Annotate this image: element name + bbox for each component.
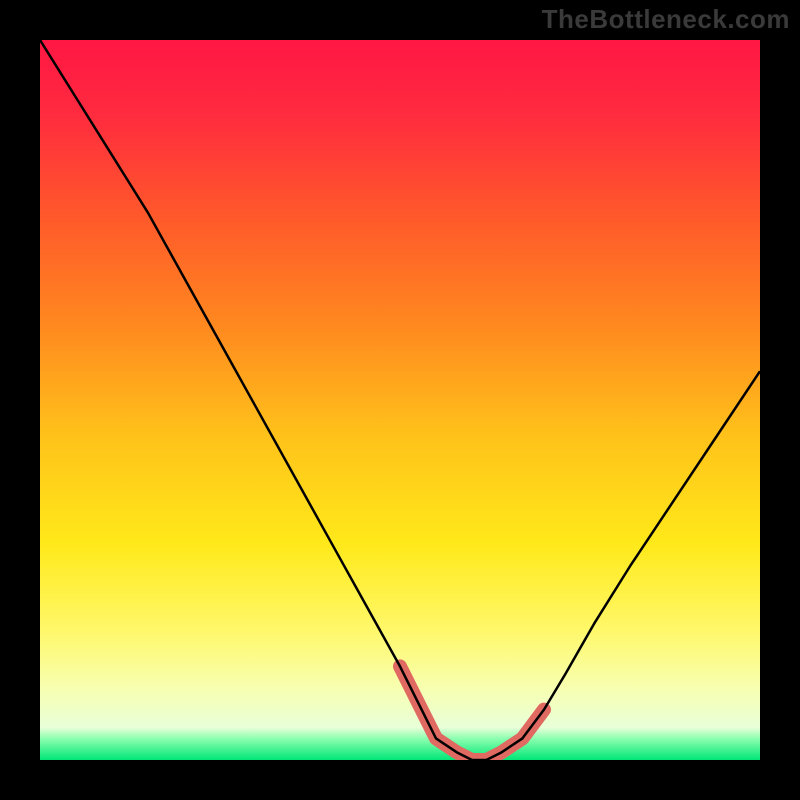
watermark-text: TheBottleneck.com xyxy=(542,4,790,35)
chart-frame: TheBottleneck.com xyxy=(0,0,800,800)
chart-svg xyxy=(40,40,760,760)
chart-background xyxy=(40,40,760,760)
chart-plot-area xyxy=(40,40,760,760)
